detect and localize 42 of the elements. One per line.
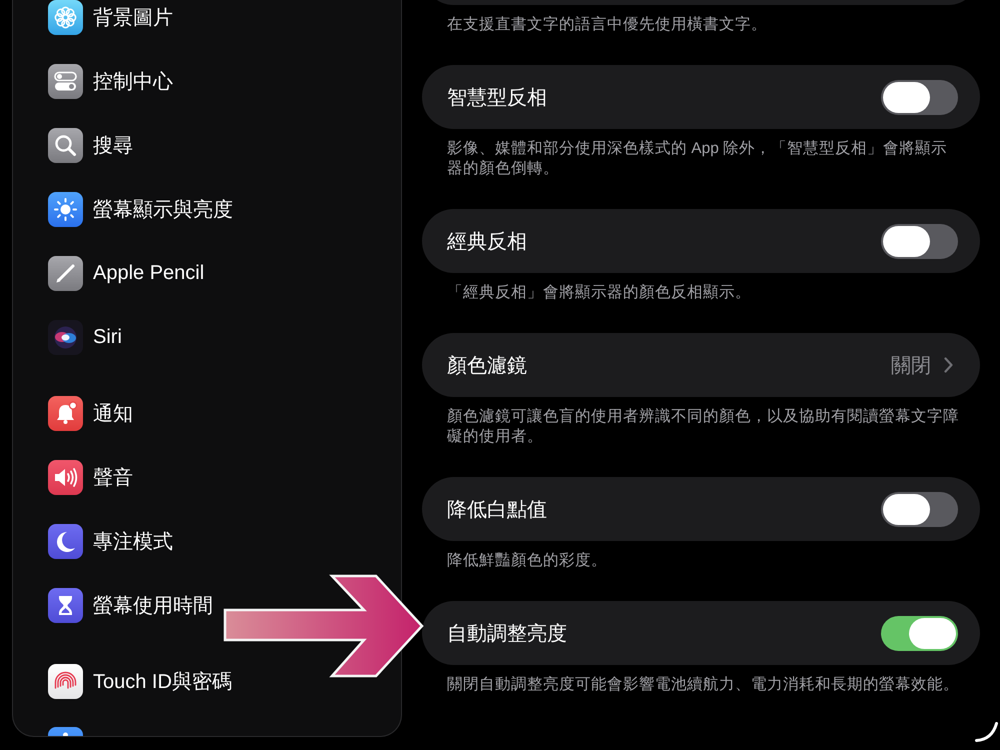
chevron-right-icon — [944, 357, 953, 373]
hourglass-icon — [48, 588, 83, 622]
sidebar-item[interactable]: 專注模式 — [48, 509, 173, 573]
fingerprint-icon — [48, 664, 83, 698]
toggles-icon — [48, 64, 83, 98]
sidebar-item[interactable]: Touch ID與密碼 — [48, 649, 232, 713]
setting-title: 自動調整亮度 — [447, 622, 567, 646]
sun-icon — [48, 192, 83, 226]
corner-arc-icon — [975, 722, 998, 742]
toggle-switch[interactable] — [881, 224, 958, 258]
setting-footer: 「經典反相」會將顯示器的顏色反相顯示。 — [447, 283, 961, 303]
sidebar-item[interactable]: 螢幕顯示與亮度 — [48, 177, 233, 241]
sidebar-item[interactable]: Siri — [48, 305, 122, 369]
setting-footer: 在支援直書文字的語言中優先使用橫書文字。 — [447, 15, 961, 35]
sidebar-item[interactable]: 背景圖片 — [48, 0, 173, 49]
setting-title: 顏色濾鏡 — [447, 354, 527, 378]
setting-footer: 影像、媒體和部分使用深色樣式的 App 除外，「智慧型反相」會將顯示器的顏色倒轉。 — [447, 139, 961, 179]
search-icon — [48, 128, 83, 162]
pencil-icon — [48, 256, 83, 290]
setting-value: 關閉 — [891, 354, 931, 378]
sidebar-item[interactable]: 控制中心 — [48, 49, 173, 113]
toggle-switch[interactable] — [881, 492, 958, 526]
sidebar-item[interactable]: 聲音 — [48, 445, 133, 509]
setting-footer: 降低鮮豔顏色的彩度。 — [447, 551, 961, 571]
orb-icon — [48, 320, 83, 354]
setting-footer: 關閉自動調整亮度可能會影響電池續航力、電力消耗和長期的螢幕效能。 — [447, 675, 961, 695]
setting-footer: 顏色濾鏡可讓色盲的使用者辨識不同的顏色，以及協助有閱讀螢幕文字障礙的使用者。 — [447, 407, 961, 447]
moon-icon — [48, 524, 83, 558]
settings-card[interactable]: 顏色濾鏡 關閉 — [422, 333, 980, 397]
setting-title: 智慧型反相 — [447, 86, 547, 110]
toggle-switch[interactable] — [881, 80, 958, 114]
sidebar-item[interactable]: 通知 — [48, 381, 133, 445]
sidebar-item[interactable]: Apple Pencil — [48, 241, 204, 305]
toggle-switch[interactable] — [881, 616, 958, 650]
setting-title: 經典反相 — [447, 230, 527, 254]
speaker-icon — [48, 460, 83, 494]
bell-icon — [48, 396, 83, 430]
app-icon[interactable] — [48, 727, 83, 736]
setting-title: 降低白點值 — [447, 498, 547, 522]
sidebar-item[interactable]: 搜尋 — [48, 113, 133, 177]
sidebar-item[interactable]: 螢幕使用時間 — [48, 573, 213, 637]
flower-icon — [48, 0, 83, 34]
